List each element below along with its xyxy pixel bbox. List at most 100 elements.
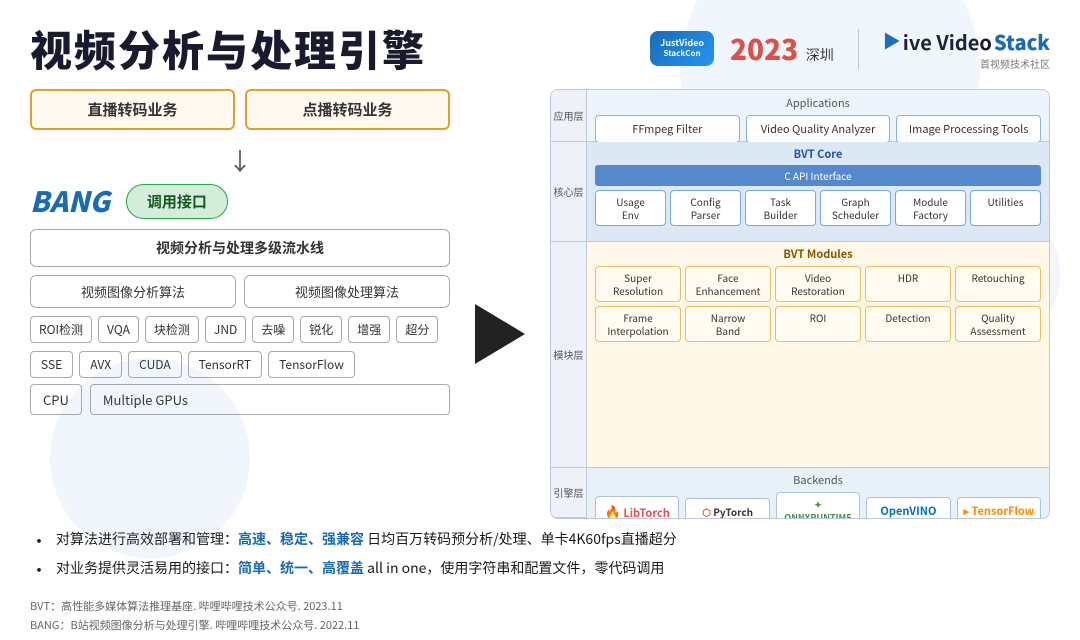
logo-area: JustVideo StackCon 2023 深圳 ▶ ive Video S… — [650, 27, 1050, 71]
hw-row: CPU Multiple GPUs — [30, 384, 450, 415]
tag-item: 增强 — [348, 316, 390, 343]
right-panel: 应用层 核心层 模块层 引擎层 Applications FFmpeg Filt… — [550, 89, 1050, 519]
module-frame-interpolation: FrameInterpolation — [595, 306, 681, 342]
module-video-restoration: VideoRestoration — [775, 266, 861, 302]
core-boxes: UsageEnv ConfigParser TaskBuilder GraphS… — [595, 190, 1041, 226]
left-panel: 直播转码业务 点播转码业务 ↓ BANG 调用接口 视频分析与处理多级流水线 视… — [30, 89, 450, 519]
app-ipt: Image Processing Tools — [896, 115, 1041, 143]
top-arch-boxes: 直播转码业务 点播转码业务 — [30, 89, 450, 130]
layer-label-backend: 引擎层 — [551, 468, 586, 518]
main-content: 直播转码业务 点播转码业务 ↓ BANG 调用接口 视频分析与处理多级流水线 视… — [0, 89, 1080, 519]
bullet-1-text: 对算法进行高效部署和管理：高速、稳定、强兼容 日均百万转码预分析/处理、单卡4K… — [56, 527, 677, 556]
bvt-core-title: BVT Core — [595, 146, 1041, 162]
bullet-dot-1: • — [30, 527, 48, 556]
capi-bar: C API Interface — [595, 165, 1041, 186]
bullet-dot-2: • — [30, 556, 48, 585]
core-config-parser: ConfigParser — [670, 190, 741, 226]
tech-tag-item: SSE — [30, 351, 73, 378]
modules-grid: SuperResolution FaceEnhancement VideoRes… — [595, 266, 1041, 342]
big-arrow-shape — [475, 304, 525, 364]
tag-item: JND — [205, 316, 246, 343]
algo-analysis-box: 视频图像分析算法 — [30, 275, 236, 308]
diagram-content-col: Applications FFmpeg Filter Video Quality… — [587, 90, 1049, 518]
vod-transcode-box: 点播转码业务 — [245, 89, 450, 130]
bvt-modules-title: BVT Modules — [595, 246, 1041, 262]
bang-label: BANG — [30, 181, 110, 221]
highlight-2: 简单、统一、高覆盖 — [238, 558, 364, 578]
tech-tag-item: TensorRT — [188, 351, 262, 378]
backends-boxes: 🔥 LibTorch ⬡ PyTorch ✦ ONNXRUNTIME OpenV… — [595, 492, 1041, 519]
tag-item: 去噪 — [252, 316, 294, 343]
page-title: 视频分析与处理引擎 — [30, 18, 426, 79]
core-utilities: Utilities — [970, 190, 1041, 226]
tag-item: 锐化 — [300, 316, 342, 343]
applications-layer: Applications FFmpeg Filter Video Quality… — [587, 90, 1049, 142]
bvt-core-layer: BVT Core C API Interface UsageEnv Config… — [587, 142, 1049, 242]
bang-row: BANG 调用接口 — [30, 181, 450, 221]
cpu-box: CPU — [30, 384, 82, 415]
core-module-factory: ModuleFactory — [895, 190, 966, 226]
city-label: 深圳 — [806, 45, 834, 65]
brand-play-icon: ▶ — [883, 28, 901, 54]
module-detection: Detection — [865, 306, 951, 342]
module-super-resolution: SuperResolution — [595, 266, 681, 302]
layer-label-core: 核心层 — [551, 142, 586, 242]
brand-stack: Stack — [994, 27, 1050, 56]
backend-openvino: OpenVINO — [866, 497, 950, 519]
core-usage-env: UsageEnv — [595, 190, 666, 226]
app-vqa: Video Quality Analyzer — [746, 115, 891, 143]
footer-line-1: BVT：高性能多媒体算法推理基座. 哔哩哔哩技术公众号. 2023.11 — [30, 597, 1050, 617]
brand-main: ▶ ive Video Stack — [883, 27, 1050, 56]
header: 视频分析与处理引擎 JustVideo StackCon 2023 深圳 ▶ i… — [0, 0, 1080, 89]
gpu-box: Multiple GPUs — [90, 384, 450, 415]
year-label: 2023 — [730, 29, 798, 69]
footer-line-2: BANG：B站视频图像分析与处理引擎. 哔哩哔哩技术公众号. 2022.11 — [30, 616, 1050, 636]
modules-row-1: SuperResolution FaceEnhancement VideoRes… — [595, 266, 1041, 302]
backends-title: Backends — [595, 472, 1041, 488]
apps-boxes: FFmpeg Filter Video Quality Analyzer Ima… — [595, 115, 1041, 143]
layer-label-module: 模块层 — [551, 242, 586, 468]
tech-row-1: SSEAVXCUDATensorRTTensorFlow — [30, 351, 450, 378]
layer-labels-col: 应用层 核心层 模块层 引擎层 — [551, 90, 587, 518]
event-badge: JustVideo StackCon — [650, 31, 714, 65]
bvt-modules-layer: BVT Modules SuperResolution FaceEnhancem… — [587, 242, 1049, 468]
logo-divider — [858, 29, 859, 69]
tag-item: VQA — [98, 316, 139, 343]
backend-pytorch: ⬡ PyTorch — [685, 498, 769, 520]
big-arrow-container — [470, 149, 530, 519]
brand-live: ive Video — [903, 27, 992, 56]
module-hdr: HDR — [865, 266, 951, 302]
diagram-inner: 应用层 核心层 模块层 引擎层 Applications FFmpeg Filt… — [551, 90, 1049, 518]
tech-tag-item: CUDA — [128, 351, 182, 378]
pipeline-box: 视频分析与处理多级流水线 — [30, 229, 450, 267]
tech-tag-item: TensorFlow — [268, 351, 355, 378]
module-roi: ROI — [775, 306, 861, 342]
arrow-down: ↓ — [30, 142, 450, 177]
backend-tensorflow: ▸ TensorFlow — [957, 497, 1041, 519]
backends-layer: Backends 🔥 LibTorch ⬡ PyTorch ✦ ONNXRUNT… — [587, 468, 1049, 518]
core-task-builder: TaskBuilder — [745, 190, 816, 226]
api-box: 调用接口 — [126, 184, 228, 219]
backend-libtorch: 🔥 LibTorch — [595, 496, 679, 520]
modules-row-2: FrameInterpolation NarrowBand ROI Detect… — [595, 306, 1041, 342]
tech-tag-item: AVX — [79, 351, 122, 378]
brand-logo: ▶ ive Video Stack 首视频技术社区 — [883, 27, 1050, 71]
module-retouching: Retouching — [955, 266, 1041, 302]
bullet-1: • 对算法进行高效部署和管理：高速、稳定、强兼容 日均百万转码预分析/处理、单卡… — [30, 527, 1050, 556]
highlight-1: 高速、稳定、强兼容 — [238, 529, 364, 549]
algo-row: 视频图像分析算法 视频图像处理算法 — [30, 275, 450, 308]
layer-label-app: 应用层 — [551, 90, 586, 142]
app-ffmpeg: FFmpeg Filter — [595, 115, 740, 143]
applications-title: Applications — [595, 95, 1041, 111]
algo-process-box: 视频图像处理算法 — [244, 275, 450, 308]
bullet-2-text: 对业务提供灵活易用的接口：简单、统一、高覆盖 all in one，使用字符串和… — [56, 556, 664, 585]
backend-onnx: ✦ ONNXRUNTIME — [776, 492, 860, 519]
brand-sub: 首视频技术社区 — [883, 56, 1050, 71]
bullets-section: • 对算法进行高效部署和管理：高速、稳定、强兼容 日均百万转码预分析/处理、单卡… — [0, 519, 1080, 593]
module-narrow-band: NarrowBand — [685, 306, 771, 342]
bullet-2: • 对业务提供灵活易用的接口：简单、统一、高覆盖 all in one，使用字符… — [30, 556, 1050, 585]
tag-item: ROI检测 — [30, 316, 92, 343]
module-face-enhancement: FaceEnhancement — [685, 266, 771, 302]
year-city: 2023 深圳 — [730, 29, 834, 69]
footer: BVT：高性能多媒体算法推理基座. 哔哩哔哩技术公众号. 2023.11 BAN… — [0, 593, 1080, 640]
